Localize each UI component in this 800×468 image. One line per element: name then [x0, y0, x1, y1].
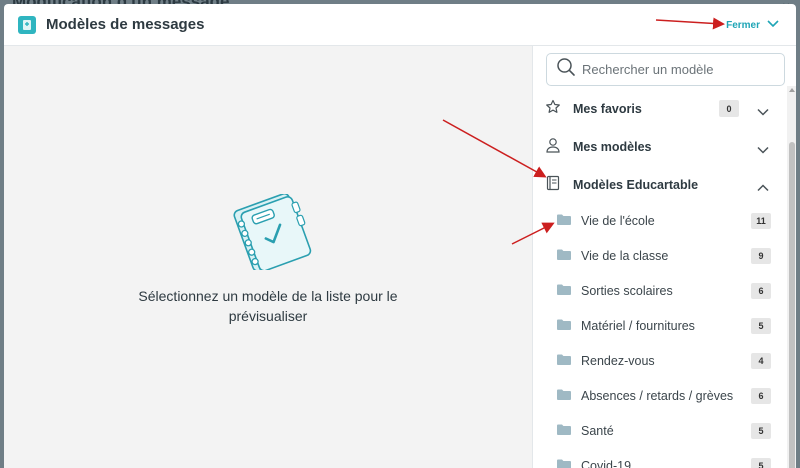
chevron-down-icon	[766, 16, 780, 34]
modal-header: Modèles de messages Fermer	[4, 4, 796, 46]
folder-count-badge: 4	[751, 353, 771, 369]
folder-label: Matériel / fournitures	[581, 319, 695, 333]
folder-count-badge: 5	[751, 318, 771, 334]
book-icon	[545, 175, 561, 196]
scrollbar-thumb[interactable]	[789, 142, 795, 468]
favorites-count-badge: 0	[719, 100, 739, 117]
chevron-down-icon	[757, 103, 769, 121]
folder-item[interactable]: Covid-19 5	[533, 449, 787, 468]
folder-item[interactable]: Vie de l'école 11	[533, 204, 787, 238]
chevron-up-icon	[757, 179, 769, 197]
folder-label: Absences / retards / grèves	[581, 389, 734, 403]
folder-label: Vie de la classe	[581, 249, 669, 263]
template-preview-pane: Sélectionnez un modèle de la liste pour …	[4, 46, 532, 468]
folder-item[interactable]: Santé 5	[533, 414, 787, 448]
folder-count-badge: 9	[751, 248, 771, 264]
folder-item[interactable]: Vie de la classe 9	[533, 239, 787, 273]
section-label: Mes favoris	[573, 102, 642, 116]
folder-count-badge: 6	[751, 388, 771, 404]
folder-label: Covid-19	[581, 459, 632, 468]
close-button[interactable]: Fermer	[726, 16, 780, 34]
section-favorites[interactable]: Mes favoris 0	[533, 90, 787, 128]
section-label: Mes modèles	[573, 140, 652, 154]
folder-count-badge: 5	[751, 423, 771, 439]
folder-item[interactable]: Matériel / fournitures 5	[533, 309, 787, 343]
star-icon	[545, 99, 561, 120]
scroll-up-arrow-icon[interactable]	[789, 88, 795, 92]
sidebar-scrollbar[interactable]	[787, 86, 796, 468]
folder-label: Vie de l'école	[581, 214, 655, 228]
folder-count-badge: 11	[751, 213, 771, 229]
chevron-down-icon	[757, 141, 769, 159]
templates-logo-icon	[18, 15, 36, 34]
folder-icon	[557, 282, 571, 300]
section-my-templates[interactable]: Mes modèles	[533, 128, 787, 166]
folder-item[interactable]: Absences / retards / grèves 6	[533, 379, 787, 413]
folder-label: Rendez-vous	[581, 354, 655, 368]
search-input[interactable]	[582, 62, 772, 77]
close-label: Fermer	[726, 19, 760, 31]
folder-icon	[557, 387, 571, 405]
search-box	[546, 53, 785, 86]
folder-icon	[557, 422, 571, 440]
section-label: Modèles Educartable	[573, 178, 699, 192]
search-icon	[556, 57, 576, 82]
folder-icon	[557, 247, 571, 265]
folder-icon	[557, 212, 571, 230]
folder-label: Santé	[581, 424, 614, 438]
folder-icon	[557, 352, 571, 370]
section-educartable-templates[interactable]: Modèles Educartable	[533, 166, 787, 204]
folder-label: Sorties scolaires	[581, 284, 673, 298]
modal-title: Modèles de messages	[46, 16, 205, 33]
user-icon	[545, 137, 561, 158]
folder-icon	[557, 457, 571, 468]
folder-count-badge: 5	[751, 458, 771, 468]
templates-sidebar: Mes favoris 0 Mes modèles Modèles Educar…	[532, 46, 796, 468]
folder-icon	[557, 317, 571, 335]
folder-item[interactable]: Rendez-vous 4	[533, 344, 787, 378]
folder-item[interactable]: Sorties scolaires 6	[533, 274, 787, 308]
message-templates-modal: Modèles de messages Fermer Sélectionnez …	[4, 4, 796, 468]
folder-count-badge: 6	[751, 283, 771, 299]
notebook-check-icon	[224, 192, 320, 275]
empty-preview-message: Sélectionnez un modèle de la liste pour …	[138, 288, 398, 324]
